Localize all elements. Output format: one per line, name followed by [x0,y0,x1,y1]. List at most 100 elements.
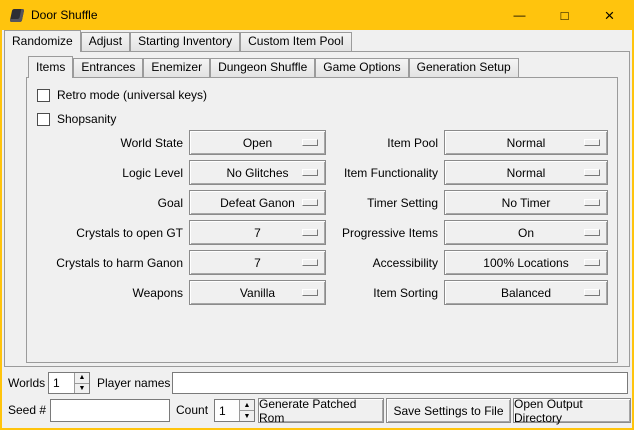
tab-label: Dungeon Shuffle [218,60,307,74]
count-spin-buttons: ▲ ▼ [239,400,254,421]
tab-label: Entrances [81,60,135,74]
tab-label: Custom Item Pool [248,34,343,48]
tab-label: Generation Setup [417,60,511,74]
retro-mode-checkbox[interactable] [37,89,50,102]
button-label: Open Output Directory [514,397,630,425]
worlds-label: Worlds [8,372,45,395]
item-functionality-label: Item Functionality [282,160,438,186]
tab-items[interactable]: Items [28,56,73,78]
dropdown-value: Open [243,136,272,150]
field-row: Goal Defeat Ganon Timer Setting No Timer [27,190,617,216]
minimize-icon: — [514,9,526,21]
item-functionality-dropdown[interactable]: Normal [444,160,608,185]
retro-mode-row: Retro mode (universal keys) [37,87,207,103]
worlds-value: 1 [49,373,74,393]
tab-entrances[interactable]: Entrances [73,58,143,77]
dropdown-indicator-icon [584,229,600,236]
accessibility-label: Accessibility [282,250,438,276]
item-sorting-dropdown[interactable]: Balanced [444,280,608,305]
maximize-button[interactable]: □ [542,0,587,30]
tab-enemizer[interactable]: Enemizer [143,58,210,77]
titlebar[interactable]: Door Shuffle — □ × [2,0,632,30]
progressive-items-dropdown[interactable]: On [444,220,608,245]
door-shuffle-window: Door Shuffle — □ × Randomize Adjust Star… [0,0,634,430]
close-icon: × [605,7,615,24]
dropdown-indicator-icon [584,259,600,266]
dropdown-value: Normal [507,166,546,180]
tab-starting-inventory[interactable]: Starting Inventory [130,32,240,51]
item-pool-label: Item Pool [282,130,438,156]
crystals-harm-ganon-label: Crystals to harm Ganon [27,250,183,276]
crystals-open-gt-label: Crystals to open GT [27,220,183,246]
field-row: Crystals to open GT 7 Progressive Items … [27,220,617,246]
shopsanity-checkbox[interactable] [37,113,50,126]
count-value: 1 [215,400,239,421]
seed-label: Seed # [8,399,46,422]
tab-label: Enemizer [151,60,202,74]
logic-level-label: Logic Level [27,160,183,186]
field-row: Crystals to harm Ganon 7 Accessibility 1… [27,250,617,276]
button-label: Save Settings to File [393,404,503,418]
tab-dungeon-shuffle[interactable]: Dungeon Shuffle [210,58,315,77]
tab-adjust[interactable]: Adjust [81,32,130,51]
count-label: Count [176,399,208,422]
app-icon [10,9,25,22]
spin-down-icon: ▼ [244,413,251,420]
tab-label: Randomize [12,34,73,48]
timer-setting-dropdown[interactable]: No Timer [444,190,608,215]
worlds-spin-down-button[interactable]: ▼ [75,383,89,394]
open-output-directory-button[interactable]: Open Output Directory [513,398,631,423]
generate-patched-rom-button[interactable]: Generate Patched Rom [258,398,384,423]
goal-label: Goal [27,190,183,216]
window-controls: — □ × [497,0,632,30]
seed-input[interactable] [50,399,170,422]
items-pane: Retro mode (universal keys) Shopsanity W… [26,77,618,363]
button-label: Generate Patched Rom [259,397,383,425]
minimize-button[interactable]: — [497,0,542,30]
weapons-label: Weapons [27,280,183,306]
tab-label: Game Options [323,60,400,74]
worlds-spin-up-button[interactable]: ▲ [75,373,89,383]
retro-mode-label: Retro mode (universal keys) [57,88,207,102]
player-names-label: Player names [97,372,170,395]
timer-setting-label: Timer Setting [282,190,438,216]
tab-custom-item-pool[interactable]: Custom Item Pool [240,32,351,51]
worlds-spin-buttons: ▲ ▼ [74,373,89,393]
randomize-sub-tab-bar: Items Entrances Enemizer Dungeon Shuffle… [28,56,519,77]
field-row: Logic Level No Glitches Item Functionali… [27,160,617,186]
tab-label: Adjust [89,34,122,48]
item-pool-dropdown[interactable]: Normal [444,130,608,155]
world-state-label: World State [27,130,183,156]
save-settings-button[interactable]: Save Settings to File [386,398,511,423]
tab-generation-setup[interactable]: Generation Setup [409,58,519,77]
count-spinbox[interactable]: 1 ▲ ▼ [214,399,255,422]
dropdown-indicator-icon [584,169,600,176]
dropdown-value: 7 [254,256,261,270]
item-sorting-label: Item Sorting [282,280,438,306]
dropdown-indicator-icon [584,139,600,146]
maximize-icon: □ [561,9,569,22]
shopsanity-row: Shopsanity [37,111,116,127]
dropdown-value: 7 [254,226,261,240]
progressive-items-label: Progressive Items [282,220,438,246]
worlds-spinbox[interactable]: 1 ▲ ▼ [48,372,90,394]
tab-game-options[interactable]: Game Options [315,58,408,77]
dropdown-indicator-icon [584,289,600,296]
dropdown-indicator-icon [584,199,600,206]
field-row: World State Open Item Pool Normal [27,130,617,156]
spin-down-icon: ▼ [79,385,86,392]
spin-up-icon: ▲ [79,374,86,381]
dropdown-value: Vanilla [240,286,275,300]
field-row: Weapons Vanilla Item Sorting Balanced [27,280,617,306]
dropdown-value: 100% Locations [483,256,568,270]
count-spin-up-button[interactable]: ▲ [240,400,254,410]
window-title: Door Shuffle [31,8,98,22]
close-button[interactable]: × [587,0,632,30]
player-names-input[interactable] [172,372,628,394]
tab-randomize[interactable]: Randomize [4,30,81,52]
count-spin-down-button[interactable]: ▼ [240,410,254,421]
tab-label: Starting Inventory [138,34,232,48]
main-tab-bar: Randomize Adjust Starting Inventory Cust… [4,30,352,51]
accessibility-dropdown[interactable]: 100% Locations [444,250,608,275]
spin-up-icon: ▲ [244,402,251,409]
